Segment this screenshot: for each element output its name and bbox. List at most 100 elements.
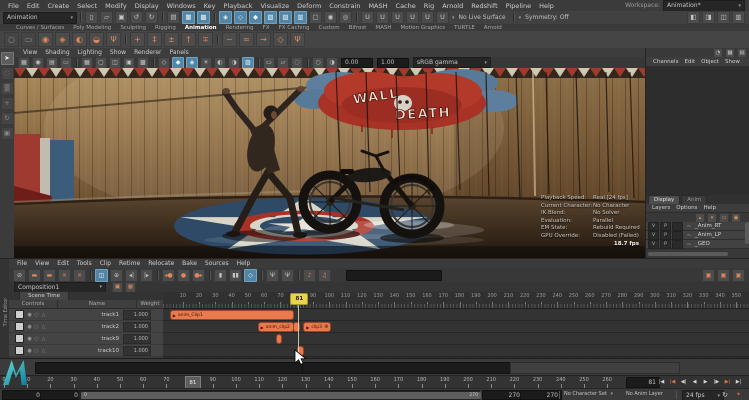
key-insert-icon[interactable]: ● bbox=[177, 269, 190, 282]
hold-clip-icon[interactable]: ▮ bbox=[214, 269, 227, 282]
fps-dropdown[interactable]: 24 fps ▾ bbox=[682, 390, 724, 400]
align-start-icon[interactable]: ◂| bbox=[125, 269, 138, 282]
layer-color-swatch[interactable] bbox=[672, 231, 683, 240]
time-editor-icon[interactable]: ◐ bbox=[72, 32, 87, 47]
time-editor-timeline[interactable]: 1020304050607080901001101201301401501601… bbox=[163, 292, 749, 359]
set-key-translate-icon[interactable]: † bbox=[181, 32, 196, 47]
rotate-tool-icon[interactable]: ↻ bbox=[1, 112, 14, 125]
symmetry-dropdown[interactable]: Symmetry: Off bbox=[521, 14, 572, 21]
track-row[interactable]: ●○△track11.000 bbox=[9, 309, 163, 320]
hold-current-keys-icon[interactable]: ± bbox=[164, 32, 179, 47]
viewport-scene[interactable]: WALL DEATH bbox=[14, 68, 645, 258]
range-slider-bar[interactable]: 0 270 bbox=[81, 392, 481, 399]
track-enable-checkbox[interactable] bbox=[15, 310, 24, 319]
animation-clip[interactable]: ▶anim_Clip1 bbox=[170, 310, 294, 320]
new-layer-from-selected-icon[interactable]: ▣ bbox=[731, 213, 741, 223]
add-audio-icon[interactable]: ♪ bbox=[303, 269, 316, 282]
menu-item-create[interactable]: Create bbox=[43, 2, 73, 10]
track-weight-field[interactable]: 1.000 bbox=[123, 346, 151, 356]
shelf-tab-custom[interactable]: Custom bbox=[319, 25, 340, 31]
ripple-edit-icon[interactable]: ◫ bbox=[95, 269, 108, 282]
time-editor-menu-relocate[interactable]: Relocate bbox=[144, 260, 178, 267]
channel-box-menu-edit[interactable]: Edit bbox=[681, 59, 698, 65]
track-row[interactable]: ●○△track101.000 bbox=[9, 345, 163, 356]
menu-item-file[interactable]: File bbox=[4, 2, 23, 10]
menu-set-dropdown[interactable]: Animation ▾ bbox=[3, 12, 77, 24]
lasso-tool-icon[interactable]: ◌ bbox=[1, 67, 14, 80]
timeline-lane[interactable] bbox=[163, 345, 749, 357]
viewport-menu-lighting[interactable]: Lighting bbox=[74, 49, 106, 56]
menu-item-display[interactable]: Display bbox=[131, 2, 163, 10]
gamma-field[interactable]: 1.00 bbox=[377, 58, 409, 68]
modeling-toolkit-toggle-icon[interactable]: ◧ bbox=[687, 11, 700, 24]
insert-gap-icon[interactable]: ⊕ bbox=[110, 269, 123, 282]
time-editor-menu-file[interactable]: File bbox=[13, 260, 31, 267]
time-editor-menu-retime[interactable]: Retime bbox=[115, 260, 144, 267]
step-back-key-button[interactable]: |◀ bbox=[668, 377, 678, 388]
shelf-tab-fx-caching[interactable]: FX Caching bbox=[279, 25, 310, 31]
shadows-icon[interactable]: ◐ bbox=[214, 57, 226, 69]
time-editor-menu-clip[interactable]: Clip bbox=[96, 260, 115, 267]
play-backwards-button[interactable]: ◀ bbox=[690, 377, 700, 388]
layer-menu-layers[interactable]: Layers bbox=[649, 205, 673, 211]
exposure-icon[interactable]: ○ bbox=[312, 57, 324, 69]
menu-item-rig[interactable]: Rig bbox=[420, 2, 438, 10]
solo-track-icon[interactable]: ○ bbox=[33, 348, 40, 354]
te-pin-icon[interactable]: ▣ bbox=[717, 269, 730, 282]
layer-row[interactable]: VP~_Anim_RT bbox=[646, 222, 749, 231]
layer-visibility-toggle[interactable]: V bbox=[648, 240, 659, 249]
range-slider-track[interactable]: 0 270 bbox=[78, 390, 480, 400]
time-slider[interactable]: 0102030405060708090100110120130140150160… bbox=[0, 375, 749, 389]
layer-visibility-toggle[interactable]: V bbox=[648, 222, 659, 231]
snap-projected-center-icon[interactable]: U bbox=[406, 11, 419, 24]
mute-track-icon[interactable]: ● bbox=[26, 312, 33, 318]
workspace-dropdown[interactable]: Animation* ▾ bbox=[663, 0, 745, 12]
mask-rendering-icon[interactable]: ▢ bbox=[309, 11, 322, 24]
move-layer-down-icon[interactable]: ▾ bbox=[707, 213, 717, 223]
new-scene-icon[interactable]: ▯ bbox=[85, 11, 98, 24]
ghost-track-icon[interactable]: △ bbox=[40, 312, 47, 318]
isolate-select-icon[interactable]: ▭ bbox=[263, 57, 275, 69]
layer-menu-help[interactable]: Help bbox=[700, 205, 719, 211]
grid-toggle-icon[interactable]: ▦ bbox=[81, 57, 93, 69]
menu-item-constrain[interactable]: Constrain bbox=[325, 2, 364, 10]
shelf-tab-curves-surfaces[interactable]: Curves / Surfaces bbox=[16, 25, 64, 31]
create-relocator-icon[interactable]: ▬ bbox=[43, 269, 56, 282]
viewport-menu-renderer[interactable]: Renderer bbox=[130, 49, 165, 56]
mute-track-icon[interactable]: ● bbox=[26, 336, 33, 342]
snap-grid-icon[interactable]: U bbox=[361, 11, 374, 24]
save-scene-icon[interactable]: ▣ bbox=[115, 11, 128, 24]
character-set-dropdown[interactable]: No Character Set ▾ bbox=[564, 391, 613, 397]
align-end-icon[interactable]: |▸ bbox=[140, 269, 153, 282]
layer-row[interactable]: VP~_Anim_LP bbox=[646, 231, 749, 240]
animation-start-field[interactable]: 0 bbox=[2, 390, 44, 400]
auto-keyframe-icon[interactable]: ✦ bbox=[734, 390, 743, 400]
paint-select-tool-icon[interactable]: ▒ bbox=[1, 82, 14, 95]
import-animation-icon[interactable]: ▣ bbox=[112, 282, 123, 293]
cut-clip-icon[interactable]: × bbox=[58, 269, 71, 282]
set-key-icon[interactable]: + bbox=[130, 32, 145, 47]
command-line-input[interactable] bbox=[35, 362, 307, 374]
ghosting-icon[interactable]: ◇ bbox=[273, 32, 288, 47]
shelf-tab-fx[interactable]: FX bbox=[263, 25, 270, 31]
multisample-icon[interactable]: ▨ bbox=[242, 57, 254, 69]
layer-color-swatch[interactable] bbox=[672, 222, 683, 231]
lock-selection-icon[interactable]: ◉ bbox=[324, 11, 337, 24]
timeline-ruler[interactable]: 1020304050607080901001101201301401501601… bbox=[163, 292, 749, 309]
editable-motion-trail-icon[interactable]: ≈ bbox=[239, 32, 254, 47]
mute-track-icon[interactable]: ● bbox=[26, 348, 33, 354]
shelf-tab-sculpting[interactable]: Sculpting bbox=[120, 25, 146, 31]
make-live-icon[interactable]: U bbox=[436, 11, 449, 24]
menu-item-redshift[interactable]: Redshift bbox=[467, 2, 501, 10]
timeline-lane[interactable]: ▶anim_Clip1 bbox=[163, 309, 749, 321]
ghost-after-icon[interactable]: Ψ bbox=[281, 269, 294, 282]
channel-box-menu-channels[interactable]: Channels bbox=[650, 59, 681, 65]
loop-clip-icon[interactable]: ▮▮ bbox=[229, 269, 242, 282]
ghost-track-icon[interactable]: △ bbox=[40, 336, 47, 342]
move-tool-icon[interactable]: + bbox=[1, 97, 14, 110]
set-key-rotate-icon[interactable]: ∓ bbox=[198, 32, 213, 47]
animation-clip[interactable]: ▶clip3⊗ bbox=[303, 322, 331, 332]
animation-end-field[interactable]: 270 bbox=[520, 390, 562, 400]
time-editor-menu-sources[interactable]: Sources bbox=[201, 260, 233, 267]
step-back-frame-button[interactable]: ◀| bbox=[679, 377, 689, 388]
